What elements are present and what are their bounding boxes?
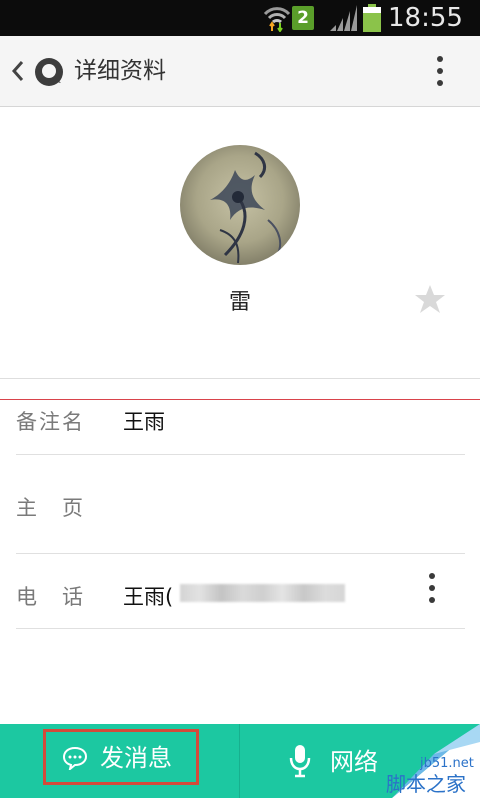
watermark-site: jb51.net: [420, 756, 474, 771]
row-divider: [16, 628, 465, 629]
app-logo-icon[interactable]: [34, 57, 64, 87]
notification-badge: 2: [292, 6, 314, 30]
avatar[interactable]: [180, 145, 300, 265]
remark-name-label: 备注名: [16, 410, 85, 434]
title-bar: 详细资料: [0, 36, 480, 107]
status-time: 18:55: [388, 3, 463, 33]
cellular-signal-icon: [330, 5, 357, 31]
phone-more-icon[interactable]: [422, 572, 442, 606]
remark-name-value: 王雨: [123, 410, 165, 434]
more-options-icon[interactable]: [430, 54, 450, 90]
phone-value: 王雨(: [123, 585, 174, 609]
send-message-label: 发消息: [100, 744, 172, 772]
chat-bubble-icon: [62, 746, 88, 770]
remark-name-row[interactable]: 备注名 王雨: [0, 400, 480, 455]
contact-nickname: 雷: [228, 290, 251, 315]
homepage-row[interactable]: 主 页: [0, 455, 480, 554]
voice-call-label: 网络: [330, 748, 378, 776]
star-icon[interactable]: [414, 283, 446, 315]
redacted-phone-number: [180, 584, 345, 602]
watermark-name: 脚本之家: [386, 772, 466, 796]
wifi-icon: [263, 7, 291, 32]
phone-label: 电 话: [16, 585, 85, 609]
back-icon[interactable]: [11, 60, 25, 82]
status-bar: 2 18:55: [0, 0, 480, 36]
homepage-label: 主 页: [16, 496, 85, 520]
divider: [0, 378, 480, 379]
microphone-icon: [289, 745, 311, 778]
battery-icon: [363, 4, 381, 32]
send-message-button[interactable]: 发消息: [43, 729, 199, 785]
page-title: 详细资料: [74, 58, 166, 84]
